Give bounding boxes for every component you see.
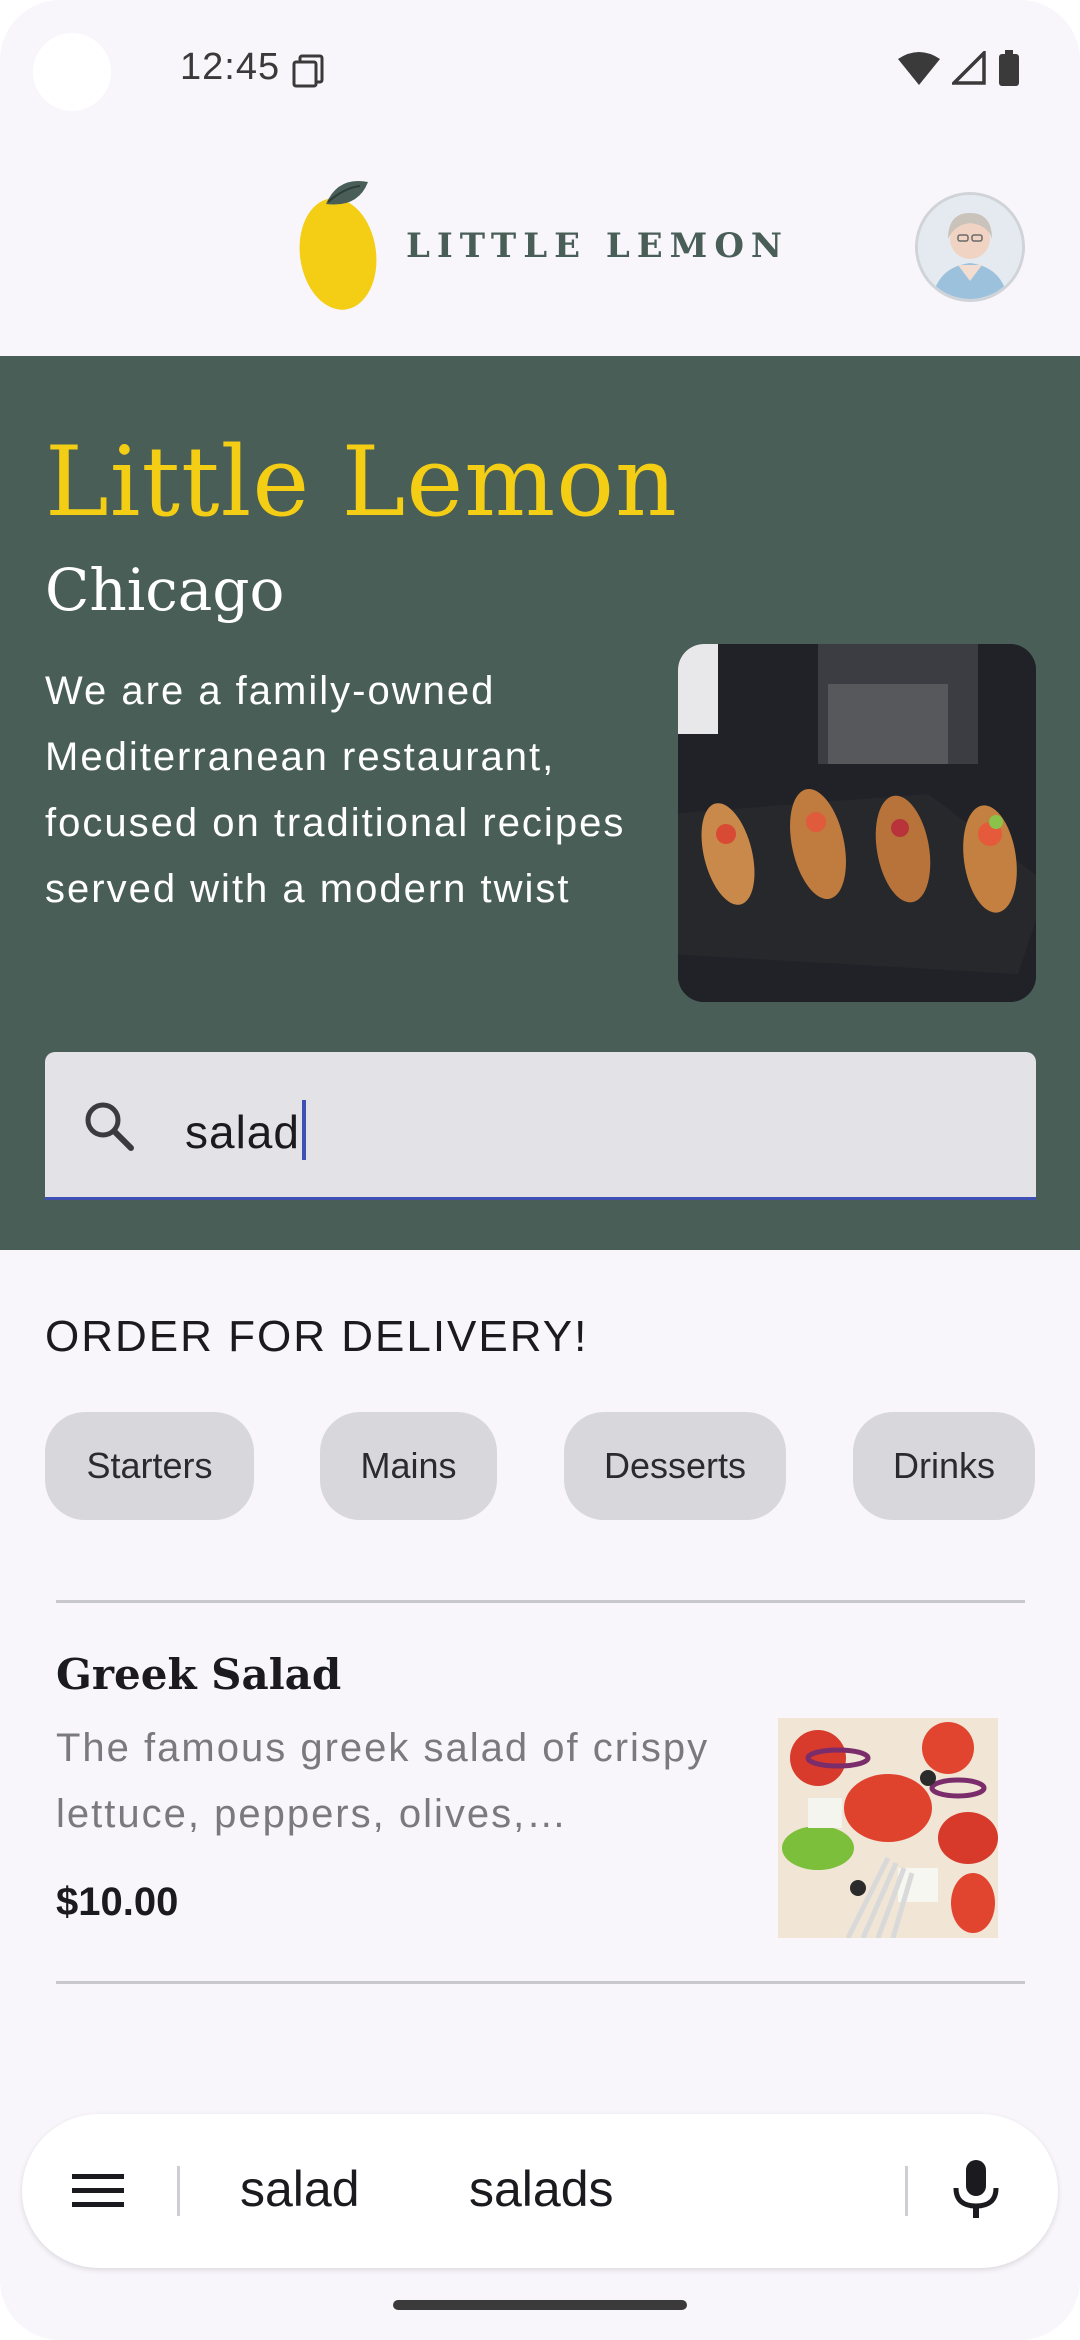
chip-mains[interactable]: Mains: [320, 1412, 497, 1520]
search-value: salad: [185, 1106, 300, 1158]
hero-banner: Little Lemon Chicago We are a family-own…: [0, 356, 1080, 1250]
menu-item-image: [778, 1718, 998, 1938]
hero-city: Chicago: [45, 556, 285, 624]
profile-avatar[interactable]: [915, 192, 1025, 302]
hero-title: Little Lemon: [45, 426, 678, 538]
app-header: LITTLE LEMON: [0, 140, 1080, 356]
search-icon: [85, 1102, 134, 1151]
logo-text: LITTLE LEMON: [406, 226, 790, 266]
battery-icon: [999, 50, 1019, 86]
chip-drinks[interactable]: Drinks: [853, 1412, 1035, 1520]
signal-icon: [952, 51, 986, 85]
search-input[interactable]: salad: [185, 1100, 306, 1160]
search-field[interactable]: salad: [45, 1052, 1036, 1200]
order-section-title: ORDER FOR DELIVERY!: [45, 1312, 589, 1361]
category-chips: Starters Mains Desserts Drinks: [45, 1412, 1035, 1520]
menu-icon[interactable]: [72, 2164, 124, 2216]
status-icons: [898, 50, 1020, 86]
keyboard-suggestion-bar: salad salads: [22, 2114, 1058, 2268]
camera-cutout: [33, 33, 111, 111]
sim-icon: [292, 54, 324, 88]
suggestion-separator-right: [905, 2166, 908, 2216]
hero-food-image: [678, 644, 1036, 1002]
little-lemon-logo: LITTLE LEMON: [298, 178, 789, 314]
suggestion-separator-left: [177, 2166, 180, 2216]
wifi-icon: [898, 52, 940, 85]
lemon-logo-icon: [299, 180, 377, 310]
chip-starters[interactable]: Starters: [45, 1412, 254, 1520]
menu-item-price: $10.00: [56, 1880, 179, 1924]
hero-description: We are a family-owned Mediterranean rest…: [45, 669, 626, 911]
chip-desserts[interactable]: Desserts: [564, 1412, 786, 1520]
avatar-image: [918, 195, 1022, 299]
menu-divider-bottom: [56, 1981, 1025, 1984]
status-bar: 12:45: [0, 0, 1080, 140]
status-time: 12:45: [180, 46, 281, 88]
suggestion-1[interactable]: salad: [240, 2160, 360, 2218]
mic-icon[interactable]: [950, 2160, 1002, 2220]
suggestion-2[interactable]: salads: [469, 2160, 614, 2218]
menu-divider-top: [56, 1600, 1025, 1603]
app-screen: 12:45 LITTLE LEMON Little Lemon Chicago …: [0, 0, 1080, 2340]
home-indicator[interactable]: [393, 2300, 687, 2310]
text-caret: [301, 1100, 306, 1160]
menu-item-description: The famous greek salad of crispy lettuce…: [56, 1726, 710, 1836]
menu-item-name: Greek Salad: [56, 1650, 342, 1699]
